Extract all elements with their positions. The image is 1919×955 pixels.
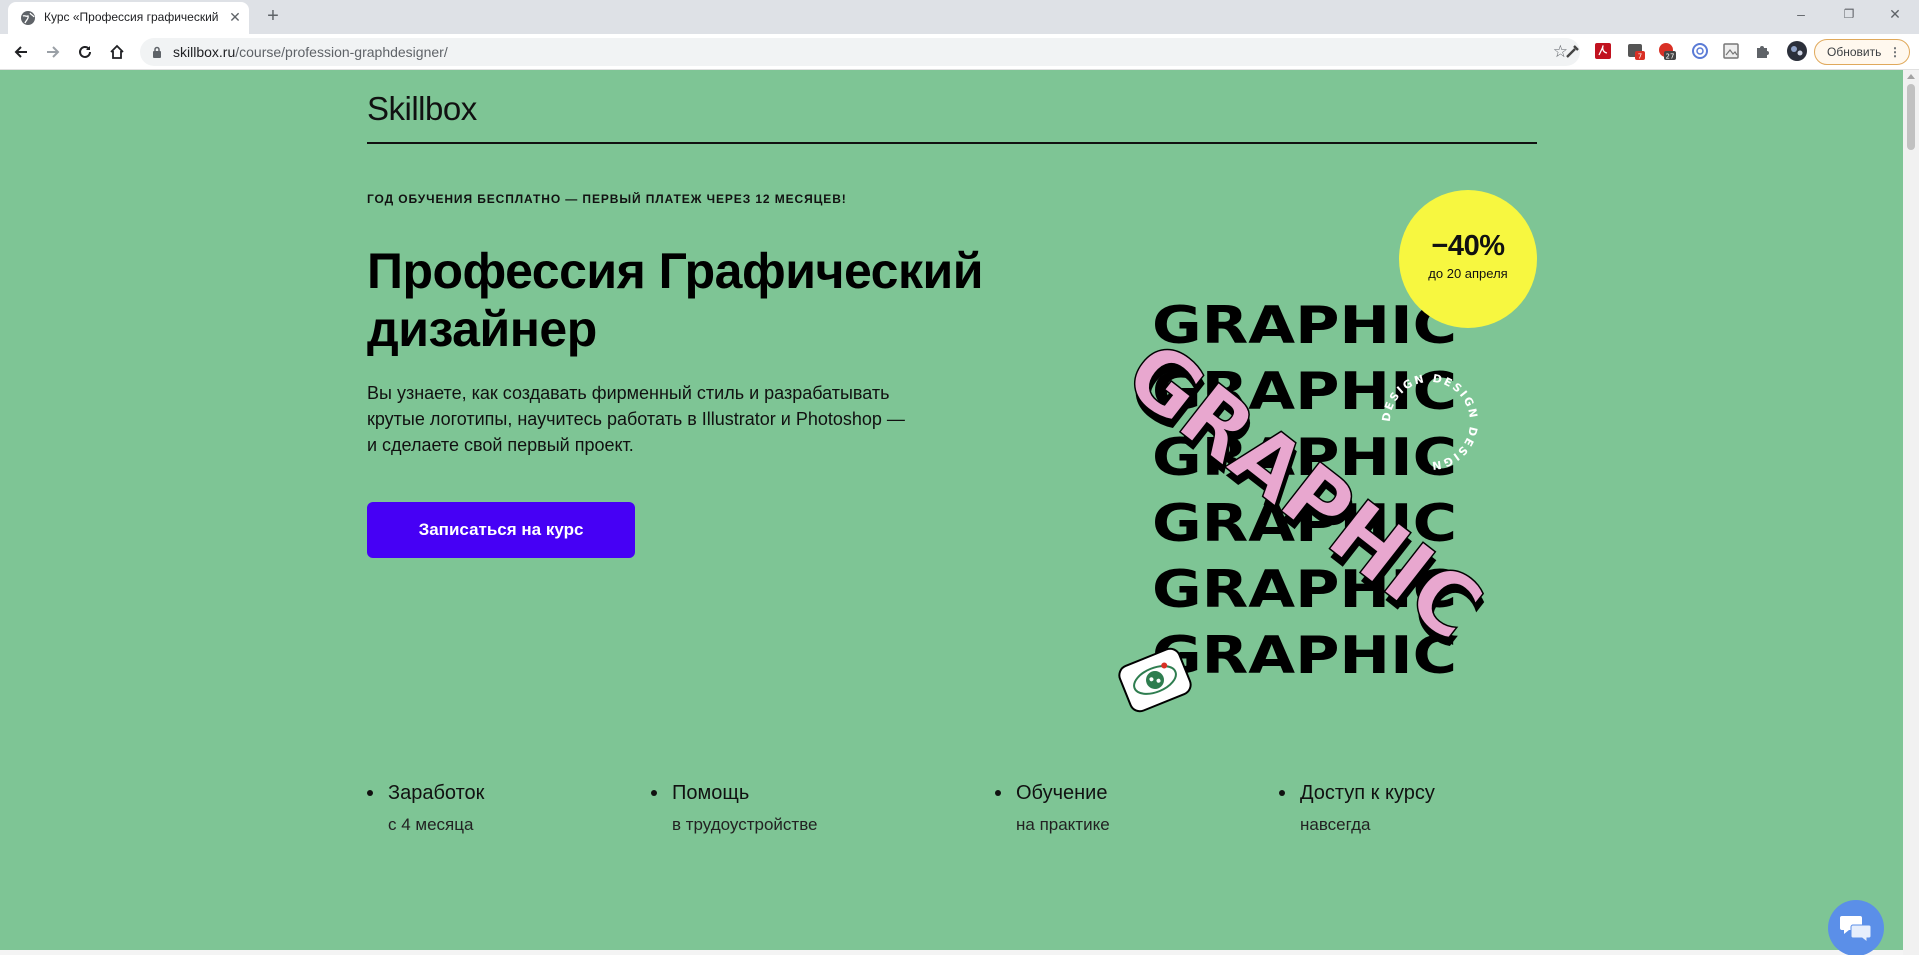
url-text: skillbox.ru/course/profession-graphdesig…	[173, 44, 448, 60]
globe-icon	[21, 11, 35, 25]
discount-percent: −40%	[1431, 230, 1505, 262]
header-divider	[367, 142, 1537, 144]
url-host: skillbox.ru	[173, 44, 236, 60]
notification-extension-icon[interactable]: 27	[1658, 42, 1676, 60]
tab-close-icon[interactable]: ✕	[226, 8, 244, 26]
url-path: /course/profession-graphdesigner/	[235, 44, 448, 60]
feature-subtitle: навсегда	[1300, 815, 1371, 834]
arrow-right-icon	[47, 46, 60, 58]
browser-tabstrip: Курс «Профессия графический ✕ + – ❐ ✕	[0, 0, 1919, 34]
page-title: Профессия Графический дизайнер	[367, 242, 1087, 358]
home-icon	[110, 44, 124, 59]
discount-badge: −40% до 20 апреля	[1399, 190, 1537, 328]
discount-deadline: до 20 апреля	[1428, 266, 1508, 281]
scrollbar-thumb[interactable]	[1907, 84, 1915, 150]
feature-title: Обучение	[1016, 782, 1108, 804]
feature-earnings: Заработок с 4 месяца	[367, 782, 485, 835]
minimize-button[interactable]: –	[1778, 0, 1824, 30]
title-line-1: Профессия Графический	[367, 243, 983, 299]
update-browser-button[interactable]: Обновить ⋮	[1814, 39, 1910, 65]
feature-employment-help: Помощь в трудоустройстве	[651, 782, 818, 835]
lock-icon	[153, 46, 161, 58]
chat-widget-button[interactable]	[1828, 900, 1884, 955]
arrow-left-icon	[14, 46, 27, 58]
calendar-extension-icon[interactable]: 7	[1627, 42, 1645, 60]
back-button[interactable]	[8, 39, 34, 65]
title-line-2: дизайнер	[367, 301, 597, 357]
description-line-3: и сделаете свой первый проект.	[367, 435, 634, 455]
feature-lifetime-access: Доступ к курсу навсегда	[1279, 782, 1435, 835]
scroll-up-arrow[interactable]	[1907, 74, 1915, 79]
forward-button[interactable]	[40, 39, 66, 65]
feature-title: Помощь	[672, 782, 750, 804]
feature-subtitle: в трудоустройстве	[672, 815, 818, 834]
feature-subtitle: с 4 месяца	[388, 815, 474, 834]
description-line-2: крутые логотипы, научитесь работать в Il…	[367, 409, 905, 429]
new-tab-button[interactable]: +	[261, 5, 285, 29]
menu-dots-icon[interactable]: ⋮	[1889, 40, 1901, 64]
profile-avatar-icon[interactable]	[1786, 40, 1808, 62]
ext-badge-1: 7	[1638, 53, 1642, 61]
skillbox-logo[interactable]: Skillbox	[367, 90, 477, 128]
page-content: Skillbox ГОД ОБУЧЕНИЯ БЕСПЛАТНО — ПЕРВЫЙ…	[0, 70, 1903, 955]
reload-button[interactable]	[72, 39, 98, 65]
bottom-strip	[0, 950, 1903, 955]
ext-badge-2: 27	[1666, 53, 1675, 61]
graphic-design-illustration: GRAPHIC GRAPHIC GRAPHIC GRAPHIC GRAPHIC …	[1106, 296, 1501, 713]
tab-title: Курс «Профессия графический	[44, 10, 219, 24]
bullet-dot	[995, 790, 1001, 796]
pdf-extension-icon[interactable]	[1594, 42, 1612, 60]
eyedropper-extension-icon[interactable]	[1564, 42, 1582, 60]
page-scrollbar[interactable]	[1903, 70, 1919, 955]
enroll-button[interactable]: Записаться на курс	[367, 502, 635, 558]
feature-title: Доступ к курсу	[1300, 782, 1435, 804]
description-line-1: Вы узнаете, как создавать фирменный стил…	[367, 383, 890, 403]
restore-button[interactable]: ❐	[1826, 0, 1872, 30]
image-extension-icon[interactable]	[1722, 42, 1740, 60]
close-window-button[interactable]: ✕	[1872, 0, 1918, 30]
address-bar[interactable]: skillbox.ru/course/profession-graphdesig…	[140, 38, 1580, 66]
feature-title: Заработок	[388, 782, 485, 804]
home-button[interactable]	[104, 39, 130, 65]
feature-practice: Обучение на практике	[995, 782, 1110, 835]
reload-icon	[79, 45, 91, 58]
update-button-label: Обновить	[1827, 45, 1882, 59]
bullet-dot	[1279, 790, 1285, 796]
vpn-extension-icon[interactable]	[1691, 42, 1709, 60]
bullet-dot	[367, 790, 373, 796]
feature-subtitle: на практике	[1016, 815, 1110, 834]
chat-bubbles-icon	[1840, 916, 1872, 943]
course-description: Вы узнаете, как создавать фирменный стил…	[367, 380, 947, 458]
bullet-dot	[651, 790, 657, 796]
promo-text: ГОД ОБУЧЕНИЯ БЕСПЛАТНО — ПЕРВЫЙ ПЛАТЕЖ Ч…	[367, 192, 847, 206]
browser-tab[interactable]: Курс «Профессия графический ✕	[8, 2, 249, 34]
extensions-puzzle-icon[interactable]	[1754, 42, 1772, 60]
browser-toolbar: skillbox.ru/course/profession-graphdesig…	[0, 34, 1919, 70]
